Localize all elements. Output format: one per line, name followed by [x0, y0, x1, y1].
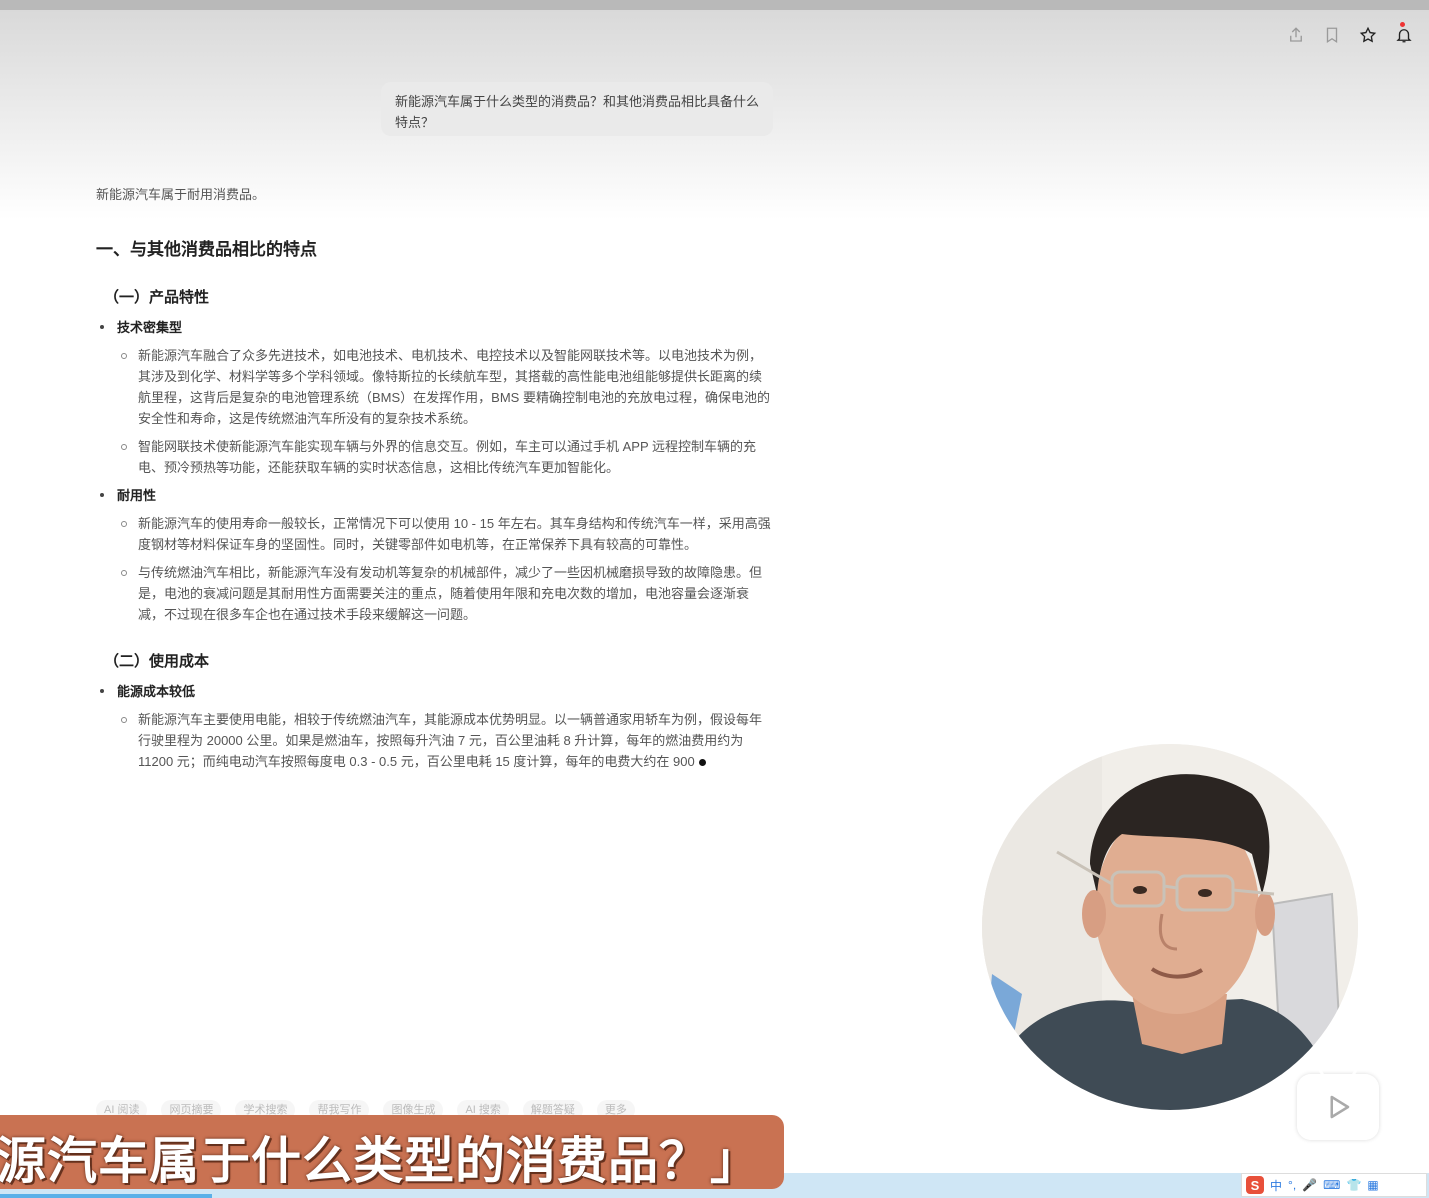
typing-cursor [698, 759, 706, 767]
bookmark-icon [1326, 27, 1338, 44]
list-item: 与传统燃油汽车相比，新能源汽车没有发动机等复杂的机械部件，减少了一些因机械磨损导… [96, 562, 774, 625]
subtitle-banner: 源汽车属于什么类型的消费品？」 [0, 1115, 784, 1189]
play-button[interactable] [1297, 1074, 1379, 1140]
punctuation-icon[interactable]: °, [1288, 1178, 1296, 1192]
answer-intro: 新能源汽车属于耐用消费品。 [96, 187, 266, 202]
grid-icon[interactable]: ▦ [1367, 1178, 1378, 1192]
answer-heading: 一、与其他消费品相比的特点 [96, 240, 317, 259]
bullet-tech: 技术密集型 [100, 317, 776, 336]
browser-top-strip [0, 0, 1429, 10]
bookmark-button[interactable] [1321, 24, 1343, 46]
bell-icon [1396, 29, 1412, 43]
bullet-label: 技术密集型 [117, 320, 183, 335]
bullet-label: 能源成本较低 [117, 684, 196, 699]
section-title-product: （一）产品特性 [104, 289, 210, 306]
play-icon [1330, 1095, 1350, 1119]
keyboard-icon[interactable]: ⌨ [1323, 1178, 1340, 1192]
list-item: 新能源汽车主要使用电能，相较于传统燃油汽车，其能源成本优势明显。以一辆普通家用轿… [96, 709, 774, 772]
user-question-bubble: 新能源汽车属于什么类型的消费品？和其他消费品相比具备什么特点？ [381, 82, 773, 136]
star-icon [1359, 26, 1377, 43]
list-item: 新能源汽车融合了众多先进技术，如电池技术、电机技术、电控技术以及智能网联技术等。… [96, 345, 774, 429]
bullet-durability: 耐用性 [100, 485, 776, 504]
presenter-portrait [982, 744, 1358, 1110]
bullet-energy-cost: 能源成本较低 [100, 681, 776, 700]
section-title-cost: （二）使用成本 [104, 653, 210, 670]
answer-content: 新能源汽车属于耐用消费品。 一、与其他消费品相比的特点 （一）产品特性 技术密集… [96, 184, 776, 779]
mic-icon[interactable]: 🎤 [1302, 1178, 1317, 1192]
subtitle-text: 源汽车属于什么类型的消费品？」 [0, 1133, 761, 1189]
skin-icon[interactable]: 👕 [1346, 1178, 1361, 1192]
webcam-overlay [982, 744, 1358, 1110]
progress-fill [0, 1194, 212, 1198]
notification-dot [1400, 22, 1405, 27]
top-toolbar [1285, 22, 1415, 46]
ime-toolbar[interactable]: S 中 °, 🎤 ⌨ 👕 ▦ [1241, 1173, 1427, 1197]
list-item: 智能网联技术使新能源汽车能实现车辆与外界的信息交互。例如，车主可以通过手机 AP… [96, 436, 774, 478]
list-item: 新能源汽车的使用寿命一般较长，正常情况下可以使用 10 - 15 年左右。其车身… [96, 513, 774, 555]
share-icon [1290, 27, 1302, 42]
favorite-button[interactable] [1357, 24, 1379, 46]
notification-button[interactable] [1393, 22, 1415, 46]
ime-mode[interactable]: 中 [1270, 1177, 1282, 1194]
share-button[interactable] [1285, 24, 1307, 46]
bullet-label: 耐用性 [117, 488, 157, 503]
ime-logo-icon: S [1246, 1176, 1264, 1194]
